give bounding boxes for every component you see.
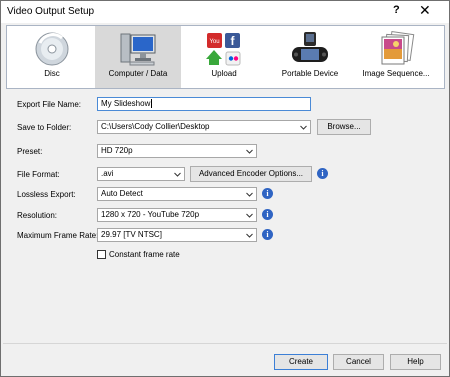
title-bar: Video Output Setup ? ✕ — [1, 1, 449, 23]
close-icon[interactable]: ✕ — [419, 2, 431, 19]
maximum-frame-rate-dropdown[interactable]: 29.97 [TV NTSC] — [97, 228, 257, 242]
image-sequence-icon — [381, 31, 415, 65]
lossless-export-value: Auto Detect — [101, 189, 143, 198]
save-to-folder-label: Save to Folder: — [17, 123, 72, 132]
tab-label: Disc — [44, 69, 60, 78]
text-cursor — [151, 99, 155, 108]
svg-text:You: You — [209, 39, 219, 45]
tab-portable-device[interactable]: Portable Device — [267, 26, 353, 88]
file-format-info-icon[interactable]: i — [317, 168, 328, 179]
chevron-down-icon — [246, 213, 253, 218]
file-format-dropdown[interactable]: .avi — [97, 167, 185, 181]
frame-rate-info-icon[interactable]: i — [262, 229, 273, 240]
help-icon[interactable]: ? — [393, 4, 400, 16]
computer-icon — [120, 33, 156, 66]
resolution-info-icon[interactable]: i — [262, 209, 273, 220]
chevron-down-icon — [300, 125, 307, 130]
disc-icon — [35, 32, 69, 66]
maximum-frame-rate-label: Maximum Frame Rate: — [17, 231, 99, 240]
lossless-export-label: Lossless Export: — [17, 190, 76, 199]
create-button[interactable]: Create — [274, 354, 328, 370]
preset-dropdown[interactable]: HD 720p — [97, 144, 257, 158]
chevron-down-icon — [246, 149, 253, 154]
cancel-button[interactable]: Cancel — [333, 354, 384, 370]
tab-label: Image Sequence... — [362, 69, 430, 78]
browse-button[interactable]: Browse... — [317, 119, 371, 135]
constant-frame-rate-label[interactable]: Constant frame rate — [109, 250, 180, 259]
resolution-value: 1280 x 720 - YouTube 720p — [101, 210, 200, 219]
preset-value: HD 720p — [101, 146, 133, 155]
export-file-name-label: Export File Name: — [17, 100, 82, 109]
tab-label: Portable Device — [281, 69, 339, 78]
file-format-value: .avi — [101, 169, 114, 178]
footer-divider — [3, 343, 447, 344]
preset-label: Preset: — [17, 147, 43, 156]
video-output-setup-dialog: Video Output Setup ? ✕ Disc Computer / D… — [0, 0, 450, 377]
maximum-frame-rate-value: 29.97 [TV NTSC] — [101, 230, 162, 239]
output-type-tabs: Disc Computer / Data You f Upload Portab… — [6, 25, 445, 89]
constant-frame-rate-checkbox[interactable] — [97, 250, 106, 259]
advanced-encoder-options-button[interactable]: Advanced Encoder Options... — [190, 166, 312, 182]
lossless-export-dropdown[interactable]: Auto Detect — [97, 187, 257, 201]
export-file-name-value: My Slideshow — [101, 99, 151, 108]
resolution-label: Resolution: — [17, 211, 58, 220]
save-to-folder-dropdown[interactable]: C:\Users\Cody Collier\Desktop — [97, 120, 311, 134]
chevron-down-icon — [174, 172, 181, 177]
file-format-label: File Format: — [17, 170, 60, 179]
tab-disc[interactable]: Disc — [9, 26, 95, 88]
window-title: Video Output Setup — [7, 6, 95, 17]
resolution-dropdown[interactable]: 1280 x 720 - YouTube 720p — [97, 208, 257, 222]
chevron-down-icon — [246, 192, 253, 197]
portable-device-icon — [292, 32, 328, 62]
upload-icon: You f — [206, 33, 241, 66]
chevron-down-icon — [246, 233, 253, 238]
help-button[interactable]: Help — [390, 354, 441, 370]
tab-image-sequence[interactable]: Image Sequence... — [353, 26, 439, 88]
lossless-export-info-icon[interactable]: i — [262, 188, 273, 199]
tab-upload[interactable]: You f Upload — [181, 26, 267, 88]
save-to-folder-value: C:\Users\Cody Collier\Desktop — [101, 122, 210, 131]
tab-computer-data[interactable]: Computer / Data — [95, 26, 181, 88]
tab-label: Computer / Data — [108, 69, 168, 78]
tab-label: Upload — [211, 69, 237, 78]
export-file-name-input[interactable]: My Slideshow — [97, 97, 311, 111]
